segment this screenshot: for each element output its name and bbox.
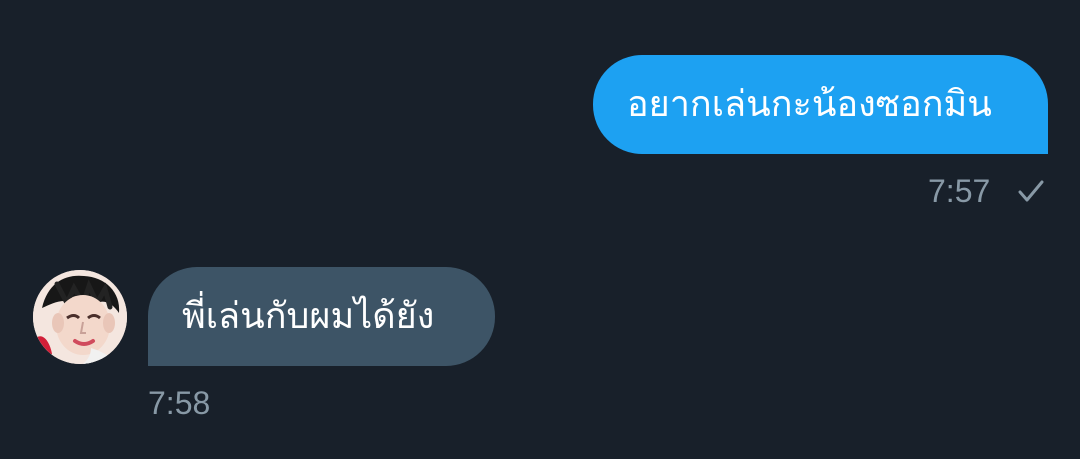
check-icon (1018, 180, 1044, 202)
outgoing-message-time: 7:57 (928, 173, 991, 209)
outgoing-message-bubble[interactable]: อยากเล่นกะน้องซอกมิน (593, 55, 1048, 154)
outgoing-message-text: อยากเล่นกะน้องซอกมิน (627, 83, 992, 125)
incoming-message-bubble[interactable]: พี่เล่นกับผมได้ยัง (148, 267, 495, 366)
incoming-message-text: พี่เล่นกับผมได้ยัง (182, 295, 435, 337)
avatar[interactable] (33, 270, 127, 364)
incoming-message-time: 7:58 (148, 385, 211, 421)
message-thread: อยากเล่นกะน้องซอกมิน 7:57 พี่เล่นกับผมได… (0, 0, 1080, 459)
